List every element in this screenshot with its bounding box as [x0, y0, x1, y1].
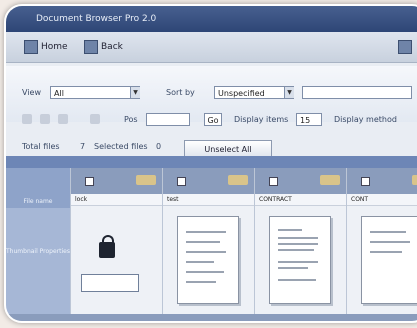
display-method-label: Display method: [334, 115, 397, 124]
file-tools-icon[interactable]: [412, 175, 417, 185]
file-name-row-label: File name: [23, 198, 53, 205]
file-grid: File name Thumbnail Properties lock test: [6, 168, 417, 321]
next-page-icon[interactable]: [58, 114, 68, 124]
file-column[interactable]: CONTRACT: [254, 168, 346, 321]
settings-button[interactable]: [398, 39, 415, 55]
file-column-header: [347, 168, 417, 194]
total-files-label: Total files: [22, 142, 60, 151]
select-checkbox[interactable]: [177, 177, 186, 186]
display-items-select[interactable]: 15: [296, 113, 322, 126]
file-preview[interactable]: [255, 206, 346, 316]
page-input[interactable]: [146, 113, 190, 126]
view-label: View: [22, 88, 41, 97]
sort-select[interactable]: Unspecified: [214, 86, 294, 99]
grid-footer: [6, 314, 417, 321]
sort-label: Sort by: [166, 88, 195, 97]
column-header-bar: [6, 156, 417, 168]
home-icon: [24, 40, 38, 54]
search-input[interactable]: [302, 86, 412, 99]
file-tools-icon[interactable]: [320, 175, 340, 185]
file-column[interactable]: test: [162, 168, 254, 321]
select-checkbox[interactable]: [269, 177, 278, 186]
first-page-icon[interactable]: [22, 114, 32, 124]
view-select[interactable]: All: [50, 86, 140, 99]
file-column[interactable]: CONT: [346, 168, 417, 321]
page-label: Pos: [124, 115, 138, 124]
select-checkbox[interactable]: [85, 177, 94, 186]
file-column-header: [255, 168, 346, 194]
navigation-bar: Pos Go Display items 15 Display method: [6, 108, 417, 130]
chevron-down-icon[interactable]: ▼: [284, 87, 294, 98]
grid-side-labels: File name Thumbnail Properties: [6, 168, 70, 321]
display-items-label: Display items: [234, 115, 289, 124]
file-preview[interactable]: [163, 206, 254, 316]
prev-page-icon[interactable]: [40, 114, 50, 124]
back-button[interactable]: Back: [84, 39, 123, 55]
home-button[interactable]: Home: [24, 39, 68, 55]
file-preview[interactable]: [347, 206, 417, 316]
toolbar: Home Back: [6, 32, 417, 63]
file-name: CONT: [347, 194, 417, 206]
go-button[interactable]: Go: [204, 113, 222, 126]
app-window: Document Browser Pro 2.0 Home Back View …: [4, 4, 417, 323]
back-label: Back: [101, 42, 123, 52]
back-icon: [84, 40, 98, 54]
document-thumbnail[interactable]: [361, 216, 417, 304]
file-name: test: [163, 194, 254, 206]
chevron-down-icon[interactable]: ▼: [130, 87, 140, 98]
selected-files-count: 0: [156, 142, 162, 151]
total-files-count: 7: [80, 142, 86, 151]
file-column-header: [71, 168, 162, 194]
preview-row-label: Thumbnail Properties: [6, 248, 70, 255]
file-name: lock: [71, 194, 162, 206]
file-column-header: [163, 168, 254, 194]
select-checkbox[interactable]: [361, 177, 370, 186]
settings-icon: [398, 40, 412, 54]
selected-files-label: Selected files: [94, 142, 148, 151]
window-title: Document Browser Pro 2.0: [36, 14, 157, 24]
password-input[interactable]: [81, 274, 139, 292]
document-thumbnail[interactable]: [269, 216, 331, 304]
file-preview[interactable]: [71, 206, 162, 316]
title-bar: Document Browser Pro 2.0: [6, 6, 417, 32]
file-name: CONTRACT: [255, 194, 346, 206]
file-tools-icon[interactable]: [228, 175, 248, 185]
home-label: Home: [41, 42, 68, 52]
file-tools-icon[interactable]: [136, 175, 156, 185]
document-thumbnail[interactable]: [177, 216, 239, 304]
file-column[interactable]: lock: [70, 168, 162, 321]
last-page-icon[interactable]: [90, 114, 100, 124]
lock-icon: [99, 235, 115, 258]
